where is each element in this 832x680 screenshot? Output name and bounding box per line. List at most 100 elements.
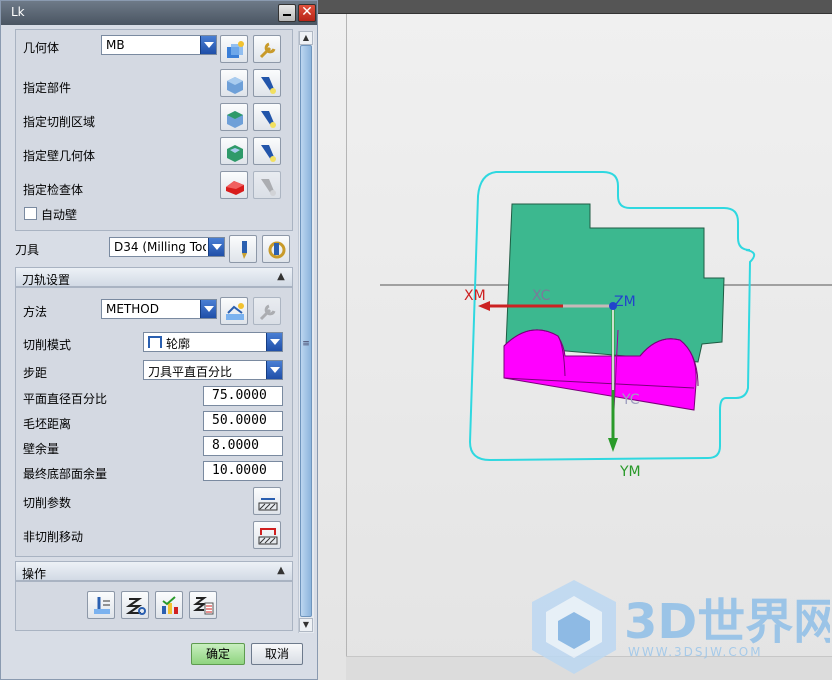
grip-icon: ≡ xyxy=(302,339,310,349)
path-settings-header[interactable]: 刀轨设置 ▲ xyxy=(15,267,293,287)
axis-label-xm: XM xyxy=(464,288,486,304)
list-button[interactable] xyxy=(189,591,217,619)
specify-cut-area-label: 指定切削区域 xyxy=(23,115,96,129)
flat-diameter-input[interactable]: 75.0000 xyxy=(203,386,283,406)
dialog-title: Lk xyxy=(11,5,25,19)
method-icon xyxy=(226,303,244,320)
generate-button[interactable] xyxy=(87,591,115,619)
chevron-down-icon xyxy=(200,300,216,318)
ok-button[interactable]: 确定 xyxy=(191,643,245,665)
geometry-panel xyxy=(15,29,293,231)
noncut-moves-label: 非切削移动 xyxy=(23,530,84,544)
wall-stock-label: 壁余量 xyxy=(23,442,60,456)
cut-area-icon xyxy=(227,111,243,128)
final-floor-stock-label: 最终底部面余量 xyxy=(23,467,108,481)
cut-params-label: 切削参数 xyxy=(23,496,72,510)
blank-distance-label: 毛坯距离 xyxy=(23,417,72,431)
method-label: 方法 xyxy=(23,305,48,319)
new-geometry-button[interactable] xyxy=(220,35,248,63)
flashlight-icon xyxy=(261,111,276,128)
cut-pattern-select[interactable]: 轮廓 xyxy=(143,332,283,352)
specify-part-label: 指定部件 xyxy=(23,81,72,95)
operation-dialog: Lk ✕ 几何体 MB 指定部件 指定切削区域 指定壁几何体 指定检查体 自动壁… xyxy=(0,0,318,680)
close-icon: ✕ xyxy=(301,4,313,20)
title-bar[interactable]: Lk ✕ xyxy=(1,1,317,25)
tool-label: 刀具 xyxy=(15,243,40,257)
show-check-button[interactable] xyxy=(253,171,281,199)
new-method-button[interactable] xyxy=(220,297,248,325)
replay-icon xyxy=(125,598,146,615)
flashlight-icon xyxy=(261,145,276,162)
minimize-button[interactable] xyxy=(278,4,296,22)
tool-select[interactable]: D34 (Milling Too xyxy=(109,237,225,257)
method-select-value: METHOD xyxy=(106,302,159,316)
show-wall-button[interactable] xyxy=(253,137,281,165)
auto-wall-label: 自动壁 xyxy=(41,208,78,222)
new-tool-button[interactable] xyxy=(262,235,290,263)
axis-label-yc: YC xyxy=(621,392,640,408)
watermark-brand: 3D世界网 xyxy=(624,594,830,650)
geometry-label: 几何体 xyxy=(23,41,60,55)
chevron-up-icon[interactable]: ▲ xyxy=(274,270,288,284)
select-check-button[interactable] xyxy=(220,171,248,199)
new-geometry-icon xyxy=(227,41,244,58)
final-floor-stock-input[interactable]: 10.0000 xyxy=(203,461,283,481)
stepover-select[interactable]: 刀具平直百分比 xyxy=(143,360,283,380)
watermark-url: WWW.3DSJW.COM xyxy=(628,645,763,659)
edit-tool-button[interactable] xyxy=(229,235,257,263)
method-select[interactable]: METHOD xyxy=(101,299,217,319)
select-part-button[interactable] xyxy=(220,69,248,97)
chevron-down-icon xyxy=(200,36,216,54)
show-cut-area-button[interactable] xyxy=(253,103,281,131)
chevron-up-icon[interactable]: ▲ xyxy=(274,564,288,578)
blank-distance-input[interactable]: 50.0000 xyxy=(203,411,283,431)
edit-geometry-button[interactable] xyxy=(253,35,281,63)
close-button[interactable]: ✕ xyxy=(298,4,316,22)
verify-button[interactable] xyxy=(155,591,183,619)
auto-wall-checkbox[interactable] xyxy=(24,207,37,220)
operations-header[interactable]: 操作 ▲ xyxy=(15,561,293,581)
chevron-down-icon xyxy=(266,333,282,351)
cut-pattern-label: 切削模式 xyxy=(23,338,72,352)
scrollbar-thumb[interactable] xyxy=(300,45,312,617)
cancel-button[interactable]: 取消 xyxy=(251,643,303,665)
chevron-down-icon xyxy=(208,238,224,256)
verify-icon xyxy=(162,596,178,614)
geometry-select[interactable]: MB xyxy=(101,35,217,55)
select-wall-button[interactable] xyxy=(220,137,248,165)
check-body-icon xyxy=(226,181,244,195)
wrench-icon xyxy=(259,42,276,59)
part-icon xyxy=(227,77,243,94)
axis-label-ym: YM xyxy=(619,464,641,480)
tool-select-value: D34 (Milling Too xyxy=(114,240,206,254)
geometry-select-value: MB xyxy=(106,38,125,52)
replay-button[interactable] xyxy=(121,591,149,619)
flashlight-icon xyxy=(261,77,276,94)
scroll-down-button[interactable]: ▼ xyxy=(299,618,313,632)
cut-pattern-value: 轮廓 xyxy=(166,337,191,351)
scroll-up-button[interactable]: ▲ xyxy=(299,31,313,45)
axis-label-zm: ZM xyxy=(614,294,636,310)
arrow-down-icon: ▼ xyxy=(302,620,310,629)
contour-pattern-icon xyxy=(148,336,162,348)
list-icon xyxy=(193,597,214,615)
flat-diameter-label: 平面直径百分比 xyxy=(23,392,108,406)
select-cut-area-button[interactable] xyxy=(220,103,248,131)
path-settings-title: 刀轨设置 xyxy=(22,273,71,287)
arrow-up-icon: ▲ xyxy=(302,33,310,42)
tool-icon xyxy=(242,241,247,259)
wall-stock-input[interactable]: 8.0000 xyxy=(203,436,283,456)
y-axis-arrow xyxy=(608,438,618,452)
cut-params-button[interactable] xyxy=(253,487,281,515)
specify-wall-label: 指定壁几何体 xyxy=(23,149,96,163)
operations-title: 操作 xyxy=(22,567,47,581)
tool-settings-icon xyxy=(268,241,286,259)
cut-params-icon xyxy=(258,498,278,511)
edit-method-button[interactable] xyxy=(253,297,281,325)
wall-icon xyxy=(227,145,243,162)
stepover-label: 步距 xyxy=(23,366,48,380)
show-part-button[interactable] xyxy=(253,69,281,97)
stepover-value: 刀具平直百分比 xyxy=(148,365,233,379)
watermark-logo: 3D世界网 WWW.3DSJW.COM xyxy=(532,580,830,674)
noncut-moves-button[interactable] xyxy=(253,521,281,549)
